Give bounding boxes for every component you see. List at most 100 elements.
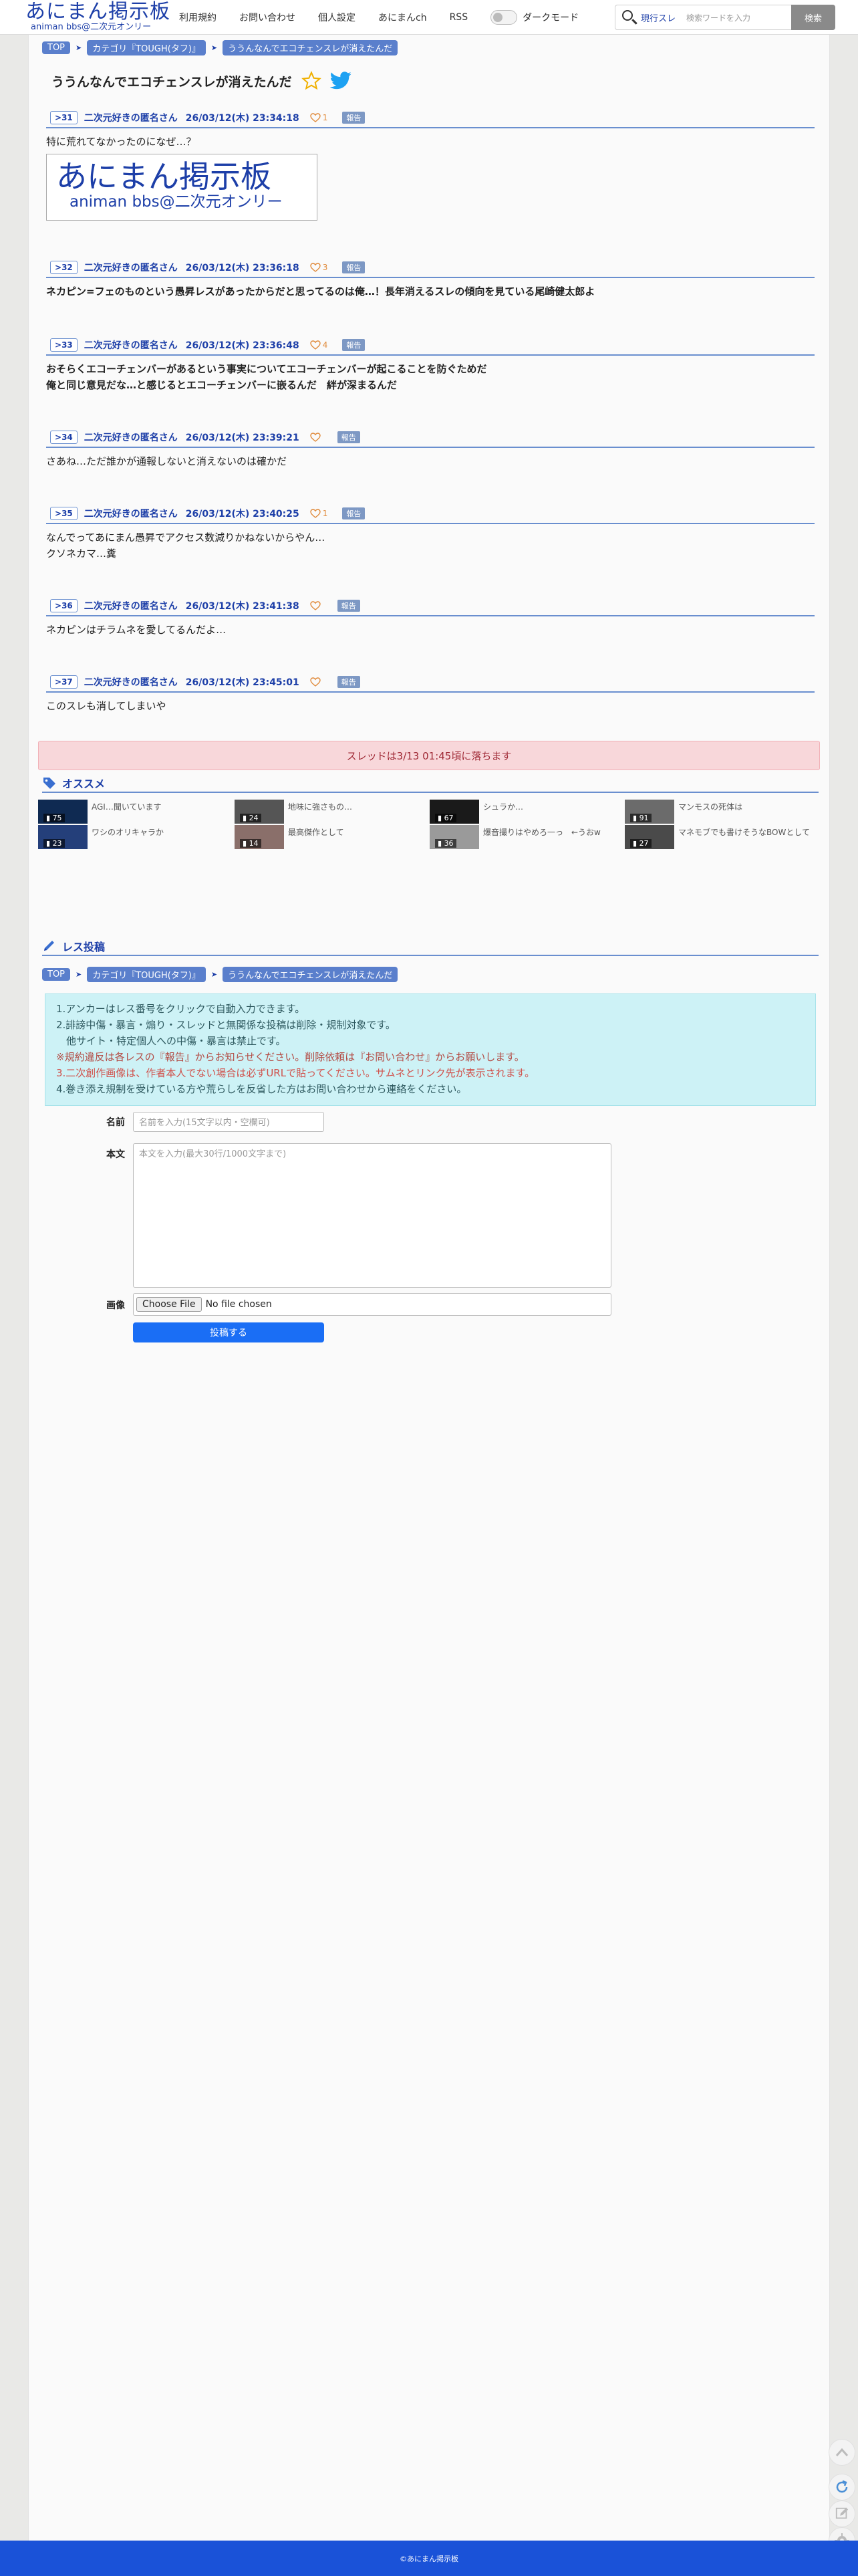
post-date: 26/03/12(木) 23:45:01 (185, 677, 299, 688)
nav-contact[interactable]: お問い合わせ (239, 11, 295, 24)
image-file-input[interactable]: Choose File No file chosen (133, 1293, 611, 1316)
crumb-top[interactable]: TOP (42, 967, 71, 981)
thumbnail: ▮ 27 (625, 825, 674, 849)
post-number[interactable]: >33 (50, 338, 78, 352)
recommend-item[interactable]: ▮ 24 地味に強さもの… (235, 800, 428, 824)
post-header: >35 二次元好きの匿名さん 26/03/12(木) 23:40:25 1 報告 (46, 504, 815, 524)
toggle-switch[interactable] (490, 10, 518, 25)
search-scope[interactable]: 現行スレ (641, 11, 676, 24)
recommend-item[interactable]: ▮ 75 AGI…聞いています (38, 800, 232, 824)
posting-rules: 1.アンカーはレス番号をクリックで自動入力できます。 2.誹謗中傷・暴言・煽り・… (45, 993, 816, 1106)
post-line: クソネカマ…糞 (46, 548, 117, 560)
recommend-item[interactable]: ▮ 27 マネモブでも書けそうなBOWとして (625, 825, 819, 849)
post-line: このスレも消してしまいや (46, 700, 166, 712)
nav-terms[interactable]: 利用規約 (179, 11, 217, 24)
post-number[interactable]: >34 (50, 431, 78, 444)
image-main-text: あにまん掲示板 (56, 158, 271, 195)
like-button[interactable]: 1 (310, 113, 328, 122)
search-bar: 現行スレ 検索ワードを入力 検索 (615, 5, 835, 30)
heart-icon (310, 340, 321, 350)
like-count: 1 (322, 113, 328, 122)
post-date: 26/03/12(木) 23:39:21 (185, 433, 299, 443)
recommend-item[interactable]: ▮ 36 爆音撮りはやめろ一っ ←うおw (430, 825, 623, 849)
post-header: >32 二次元好きの匿名さん 26/03/12(木) 23:36:18 3 報告 (46, 258, 815, 278)
scroll-top-button[interactable] (829, 2439, 855, 2466)
toggle-knob (493, 13, 503, 22)
rule-line: 他サイト・特定個人への中傷・暴言は禁止です。 (56, 1035, 286, 1047)
body-label: 本文 (106, 1149, 125, 1160)
post-body: なんでってあにまん愚昇でアクセス数減りかねないからやん… クソネカマ…糞 (46, 530, 815, 562)
crumb-category[interactable]: カテゴリ『TOUGH(タフ)』 (87, 39, 206, 55)
search-icon[interactable] (619, 7, 639, 27)
compose-button[interactable] (829, 2500, 855, 2527)
report-button[interactable]: 報告 (337, 600, 360, 612)
like-button[interactable]: 3 (310, 263, 327, 272)
recommend-item[interactable]: ▮ 23 ワシのオリキャラか (38, 825, 232, 849)
twitter-share-icon[interactable] (329, 71, 352, 91)
crumb-category[interactable]: カテゴリ『TOUGH(タフ)』 (87, 966, 206, 982)
search-button[interactable]: 検索 (791, 5, 835, 30)
post-35: >35 二次元好きの匿名さん 26/03/12(木) 23:40:25 1 報告… (46, 504, 815, 562)
recommend-item[interactable]: ▮ 14 最高傑作として (235, 825, 428, 849)
recommend-header: オススメ (42, 774, 819, 793)
post-header: >33 二次元好きの匿名さん 26/03/12(木) 23:36:48 4 報告 (46, 336, 815, 356)
crumb-sep-icon: ➤ (76, 43, 82, 52)
post-header: >37 二次元好きの匿名さん 26/03/12(木) 23:45:01 報告 (46, 673, 815, 693)
reply-count: ▮ 67 (435, 814, 456, 822)
site-footer: ©あにまん掲示板 (0, 2541, 858, 2576)
thumbnail: ▮ 75 (38, 800, 88, 824)
name-label: 名前 (106, 1117, 125, 1128)
refresh-button[interactable] (829, 2474, 855, 2500)
post-number[interactable]: >35 (50, 507, 78, 520)
arrow-up-icon (835, 2448, 849, 2456)
body-textarea[interactable]: 本文を入力(最大30行/1000文字まで) (133, 1143, 611, 1288)
breadcrumb: TOP ➤ カテゴリ『TOUGH(タフ)』 ➤ ううんなんでエコチェンスレが消え… (42, 39, 398, 55)
nav-animanch[interactable]: あにまんch (378, 11, 427, 24)
like-button[interactable] (310, 433, 323, 442)
name-input[interactable]: 名前を入力(15文字以内・空欄可) (133, 1112, 324, 1132)
like-button[interactable]: 4 (310, 340, 327, 350)
recommend-text: 爆音撮りはやめろ一っ ←うおw (483, 828, 601, 837)
dark-mode-toggle[interactable]: ダークモード (490, 10, 579, 25)
report-button[interactable]: 報告 (342, 261, 366, 273)
report-button[interactable]: 報告 (342, 112, 366, 124)
thumbnail: ▮ 14 (235, 825, 284, 849)
thread-title-row: ううんなんでエコチェンスレが消えたんだ (51, 71, 352, 91)
post-36: >36 二次元好きの匿名さん 26/03/12(木) 23:41:38 報告 ネ… (46, 596, 815, 638)
choose-file-button[interactable]: Choose File (136, 1297, 202, 1312)
report-button[interactable]: 報告 (342, 507, 366, 519)
like-count: 1 (322, 509, 328, 518)
post-number[interactable]: >32 (50, 261, 78, 274)
like-button[interactable] (310, 677, 323, 687)
nav-settings[interactable]: 個人設定 (318, 11, 355, 24)
site-logo[interactable]: あにまん掲示板 animan bbs@二次元オンリー (25, 1, 170, 32)
favorite-star-icon[interactable] (301, 71, 321, 91)
post-line: ネカピンはチラムネを愛してるんだよ… (46, 624, 227, 636)
submit-button[interactable]: 投稿する (133, 1322, 324, 1342)
nav-rss[interactable]: RSS (450, 12, 468, 23)
crumb-top[interactable]: TOP (42, 41, 71, 54)
like-button[interactable] (310, 601, 323, 610)
recommend-item[interactable]: ▮ 67 シュラか… (430, 800, 623, 824)
breadcrumb-bottom: TOP ➤ カテゴリ『TOUGH(タフ)』 ➤ ううんなんでエコチェンスレが消え… (42, 966, 398, 982)
search-input[interactable]: 検索ワードを入力 (686, 12, 786, 23)
crumb-thread[interactable]: ううんなんでエコチェンスレが消えたんだ (223, 966, 398, 982)
heart-icon (310, 677, 321, 687)
post-number[interactable]: >37 (50, 675, 78, 689)
bbs-logo-image[interactable]: あにまん掲示板 animan bbs@二次元オンリー (46, 154, 317, 221)
post-line: 特に荒れてなかったのになぜ…？ (46, 136, 196, 148)
post-number[interactable]: >31 (50, 111, 78, 124)
post-number[interactable]: >36 (50, 599, 78, 612)
post-body: さあね…ただ誰かが通報しないと消えないのは確かだ (46, 453, 815, 469)
recommend-item[interactable]: ▮ 91 マンモスの死体は (625, 800, 819, 824)
crumb-thread[interactable]: ううんなんでエコチェンスレが消えたんだ (223, 39, 398, 55)
poster-name: 二次元好きの匿名さん (84, 601, 178, 612)
report-button[interactable]: 報告 (337, 676, 360, 688)
reply-count: ▮ 23 (43, 839, 65, 848)
heart-icon (310, 509, 321, 518)
report-button[interactable]: 報告 (337, 431, 360, 443)
heart-icon (310, 113, 321, 122)
report-button[interactable]: 報告 (342, 339, 366, 351)
like-button[interactable]: 1 (310, 509, 328, 518)
tags-icon (43, 778, 55, 789)
